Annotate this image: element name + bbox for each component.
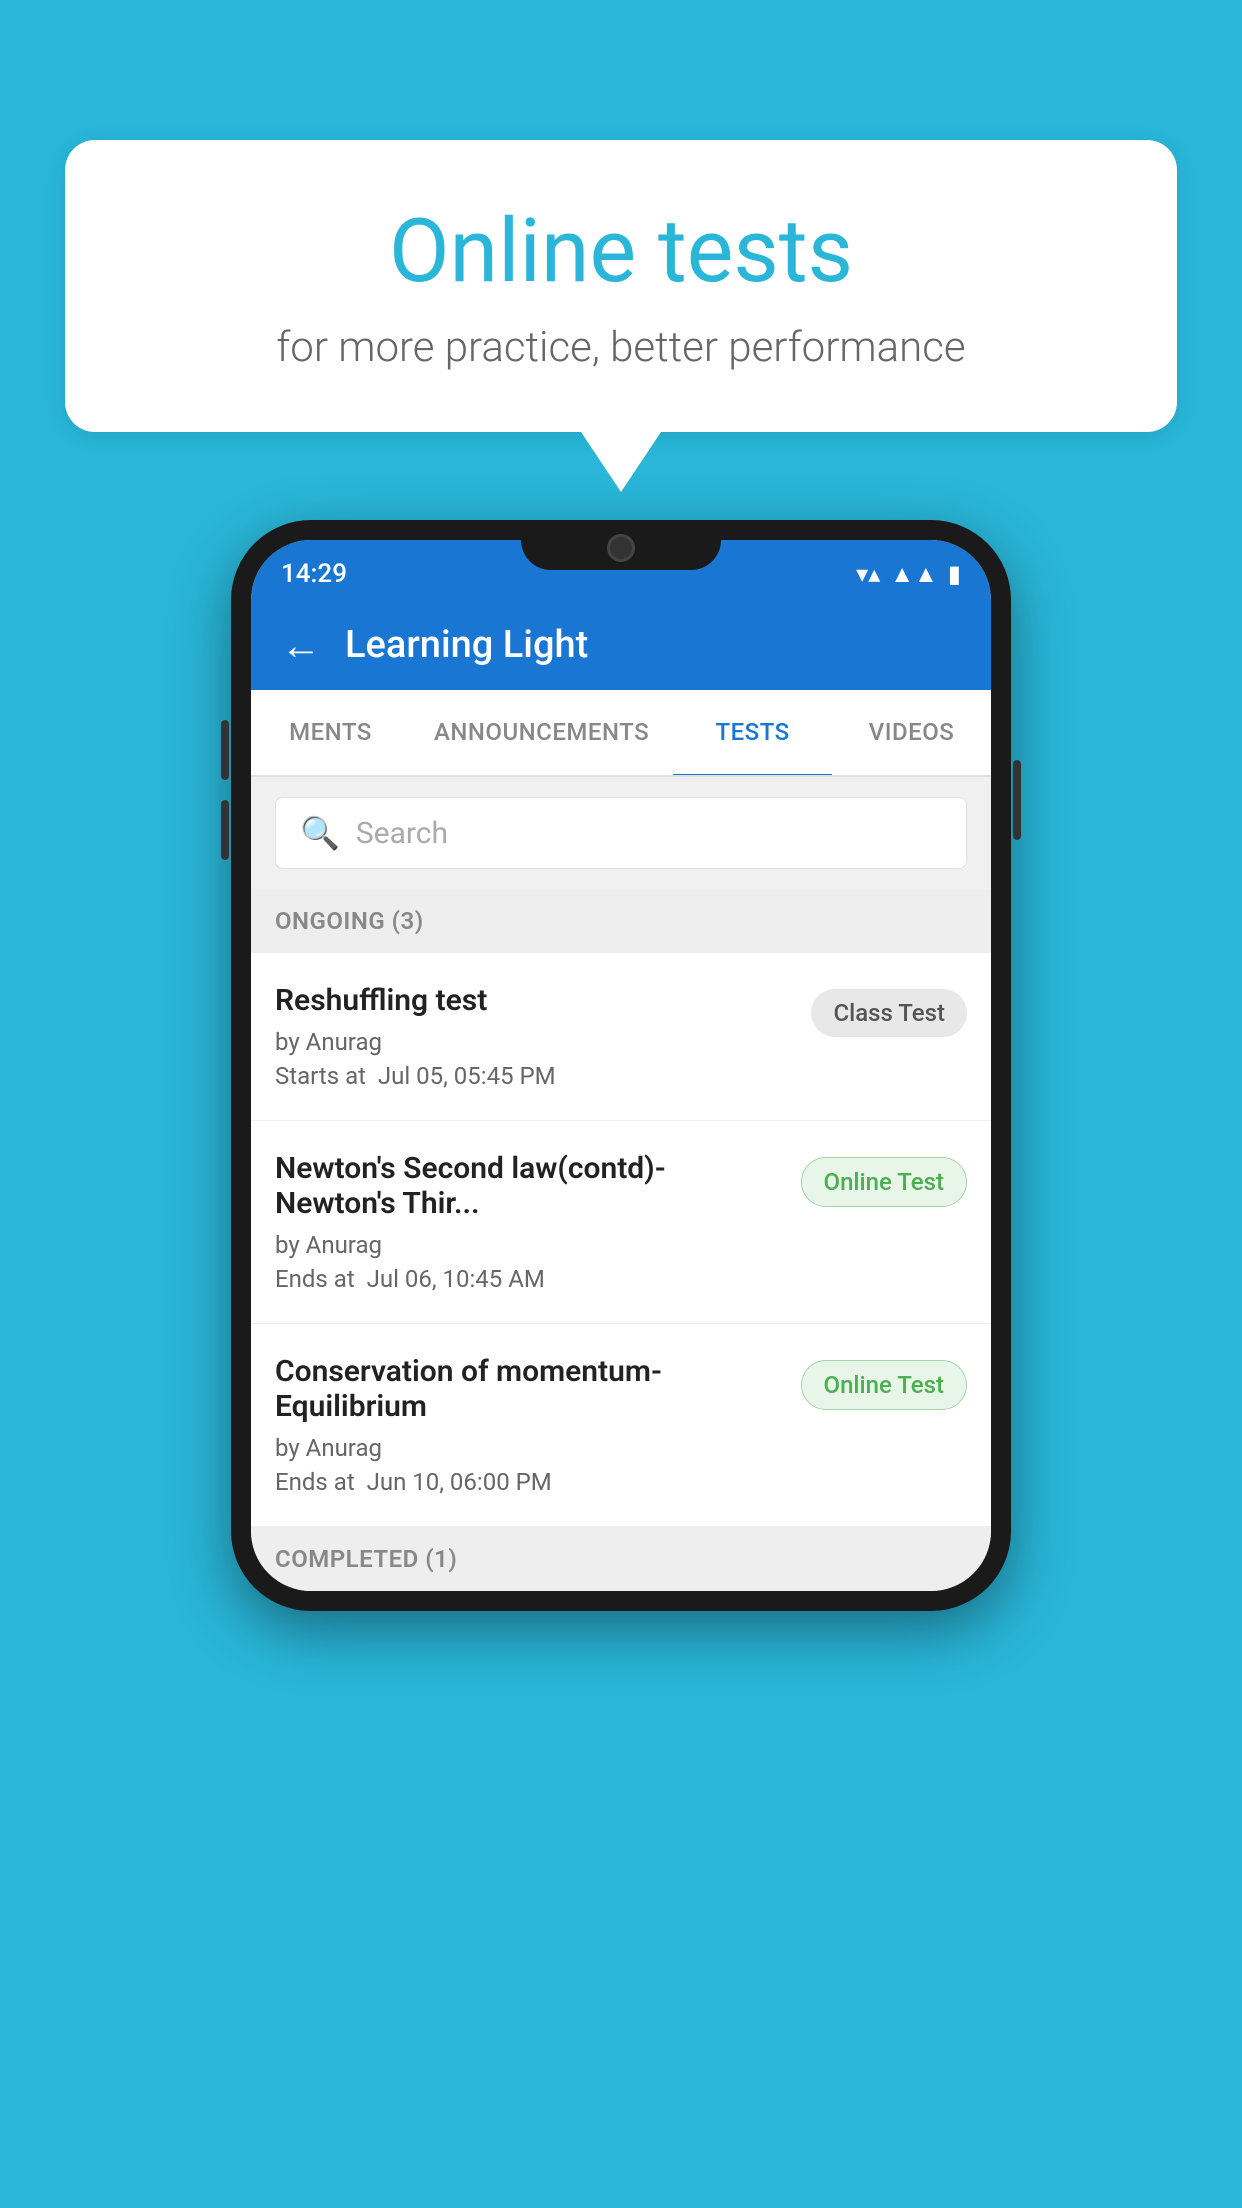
test-badge-2: Online Test <box>801 1360 967 1410</box>
test-item-1[interactable]: Newton's Second law(contd)-Newton's Thir… <box>251 1121 991 1324</box>
test-author-2: by Anurag <box>275 1434 785 1462</box>
test-info-0: Reshuffling test by Anurag Starts at Jul… <box>275 983 795 1090</box>
test-name-0: Reshuffling test <box>275 983 795 1018</box>
speech-bubble: Online tests for more practice, better p… <box>65 140 1177 432</box>
test-badge-0: Class Test <box>811 989 967 1037</box>
test-item-0[interactable]: Reshuffling test by Anurag Starts at Jul… <box>251 953 991 1121</box>
phone-screen: 14:29 ▾▴ ▲▲ ▮ ← Learning Light MENTS ANN… <box>251 540 991 1591</box>
back-button[interactable]: ← <box>281 622 321 669</box>
app-title: Learning Light <box>345 623 588 667</box>
tab-tests[interactable]: TESTS <box>673 690 832 777</box>
test-badge-1: Online Test <box>801 1157 967 1207</box>
test-time-0: Starts at Jul 05, 05:45 PM <box>275 1062 795 1090</box>
test-info-1: Newton's Second law(contd)-Newton's Thir… <box>275 1151 785 1293</box>
test-time-1: Ends at Jul 06, 10:45 AM <box>275 1265 785 1293</box>
search-icon: 🔍 <box>300 814 340 852</box>
completed-section-title: COMPLETED (1) <box>275 1545 457 1573</box>
phone-notch <box>521 520 721 570</box>
test-time-label-0: Starts at <box>275 1062 366 1090</box>
speech-bubble-subtitle: for more practice, better performance <box>145 323 1097 372</box>
volume-up-button <box>221 720 229 780</box>
test-time-value-2: Jun 10, 06:00 PM <box>367 1468 552 1496</box>
wifi-icon: ▾▴ <box>856 560 880 588</box>
test-time-label-1: Ends at <box>275 1265 355 1293</box>
ongoing-section-header: ONGOING (3) <box>251 889 991 953</box>
status-icons: ▾▴ ▲▲ ▮ <box>856 560 961 589</box>
volume-down-button <box>221 800 229 860</box>
test-info-2: Conservation of momentum-Equilibrium by … <box>275 1354 785 1496</box>
app-header: ← Learning Light <box>251 600 991 690</box>
test-name-1: Newton's Second law(contd)-Newton's Thir… <box>275 1151 785 1221</box>
speech-bubble-arrow <box>581 432 661 492</box>
phone-container: 14:29 ▾▴ ▲▲ ▮ ← Learning Light MENTS ANN… <box>231 520 1011 1611</box>
tab-assignments[interactable]: MENTS <box>251 690 410 775</box>
tab-videos[interactable]: VIDEOS <box>832 690 991 775</box>
ongoing-section-title: ONGOING (3) <box>275 907 424 935</box>
test-author-0: by Anurag <box>275 1028 795 1056</box>
tab-announcements[interactable]: ANNOUNCEMENTS <box>410 690 673 775</box>
search-container: 🔍 Search <box>251 777 991 889</box>
signal-icon: ▲▲ <box>890 560 938 589</box>
test-item-2[interactable]: Conservation of momentum-Equilibrium by … <box>251 1324 991 1527</box>
status-time: 14:29 <box>281 559 347 589</box>
test-time-2: Ends at Jun 10, 06:00 PM <box>275 1468 785 1496</box>
test-author-1: by Anurag <box>275 1231 785 1259</box>
completed-section-header: COMPLETED (1) <box>251 1527 991 1591</box>
test-time-value-1: Jul 06, 10:45 AM <box>367 1265 545 1293</box>
search-input[interactable]: Search <box>356 816 448 851</box>
test-name-2: Conservation of momentum-Equilibrium <box>275 1354 785 1424</box>
search-box[interactable]: 🔍 Search <box>275 797 967 869</box>
test-list: Reshuffling test by Anurag Starts at Jul… <box>251 953 991 1527</box>
power-button <box>1013 760 1021 840</box>
battery-icon: ▮ <box>948 560 961 588</box>
test-time-label-2: Ends at <box>275 1468 355 1496</box>
test-time-value-0: Jul 05, 05:45 PM <box>378 1062 556 1090</box>
speech-bubble-title: Online tests <box>145 200 1097 303</box>
phone-frame: 14:29 ▾▴ ▲▲ ▮ ← Learning Light MENTS ANN… <box>231 520 1011 1611</box>
speech-bubble-container: Online tests for more practice, better p… <box>65 140 1177 492</box>
tabs-container: MENTS ANNOUNCEMENTS TESTS VIDEOS <box>251 690 991 777</box>
front-camera <box>607 534 635 562</box>
